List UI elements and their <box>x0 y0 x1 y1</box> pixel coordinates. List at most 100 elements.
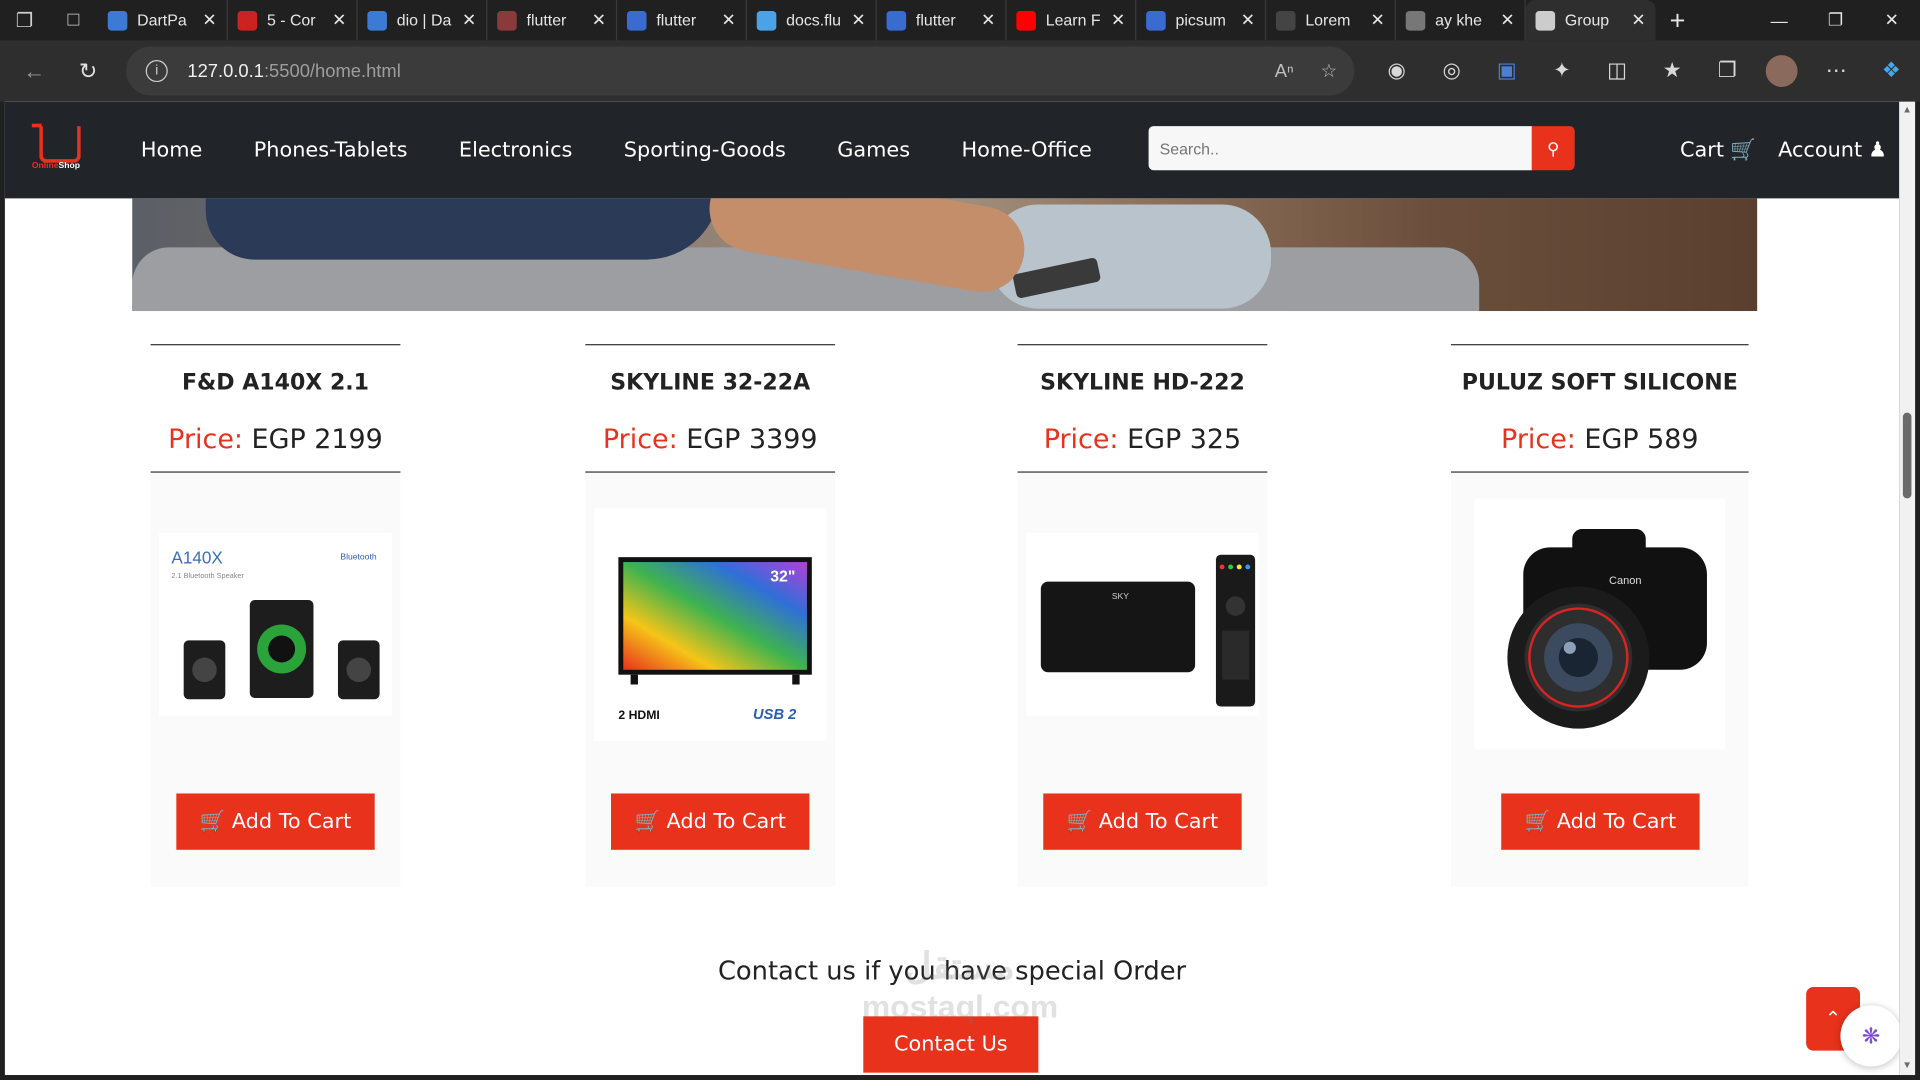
nav-sporting-goods[interactable]: Sporting-Goods <box>624 138 786 162</box>
back-icon[interactable]: ← <box>7 47 61 96</box>
extensions-icon[interactable]: ✦ <box>1534 40 1589 101</box>
product-card: SKYLINE HD-222 Price: EGP 325 SKY 🛒 Add … <box>1017 344 1268 887</box>
tab-close-icon[interactable]: ✕ <box>202 10 216 31</box>
tab-close-icon[interactable]: ✕ <box>1111 10 1125 31</box>
tab-close-icon[interactable]: ✕ <box>332 10 346 31</box>
favorite-star-icon[interactable]: ☆ <box>1321 60 1337 82</box>
tab-actions-icon[interactable]: □ <box>49 0 98 40</box>
product-image[interactable]: A140X 2.1 Bluetooth Speaker Bluetooth <box>151 498 401 749</box>
add-to-cart-button[interactable]: 🛒 Add To Cart <box>1043 793 1242 850</box>
browser-tab[interactable]: Learn F ✕ <box>1007 0 1137 41</box>
address-bar[interactable]: i 127.0.0.1:5500/home.html Aⁿ ☆ <box>126 46 1355 96</box>
tab-favicon-icon <box>237 10 258 31</box>
tab-label: docs.flu <box>786 11 842 30</box>
account-link[interactable]: Account ♟ <box>1778 138 1887 162</box>
tab-label: Lorem <box>1305 11 1351 30</box>
restore-icon[interactable]: ❐ <box>1807 0 1863 40</box>
page-viewport: OnlineShop Home Phones-Tablets Electroni… <box>4 101 1900 1076</box>
browser-tab[interactable]: DartPa ✕ <box>98 0 228 41</box>
translate-icon[interactable]: ▣ <box>1479 40 1534 101</box>
split-screen-icon[interactable]: ◫ <box>1589 40 1644 101</box>
site-info-icon[interactable]: i <box>145 60 168 83</box>
tab-close-icon[interactable]: ✕ <box>592 10 606 31</box>
search-button[interactable]: ⚲ <box>1531 126 1575 171</box>
copilot-sidebar-icon[interactable]: ❖ <box>1864 40 1919 101</box>
add-to-cart-button[interactable]: 🛒 Add To Cart <box>176 793 375 850</box>
contact-text: Contact us if you have special Order <box>717 956 1187 986</box>
product-card: PULUZ SOFT SILICONE Price: EGP 589 Canon <box>1451 344 1749 887</box>
tab-label: Group <box>1564 11 1610 30</box>
tab-close-icon[interactable]: ✕ <box>722 10 736 31</box>
browser-tab[interactable]: Group ✕ <box>1525 0 1656 41</box>
tab-close-icon[interactable]: ✕ <box>1241 10 1255 31</box>
browser-tab-strip: ❐ □ DartPa ✕ 5 - Cor ✕ dio | Da ✕ flutter ✕ flut… <box>0 0 1920 41</box>
nav-phones-tablets[interactable]: Phones-Tablets <box>254 138 408 162</box>
product-image[interactable]: Canon <box>1451 498 1749 750</box>
tab-close-icon[interactable]: ✕ <box>462 10 476 31</box>
tab-label: dio | Da <box>396 11 452 30</box>
tab-close-icon[interactable]: ✕ <box>1371 10 1385 31</box>
user-icon: ♟ <box>1868 137 1887 163</box>
hero-banner-image <box>132 198 1758 312</box>
product-title: SKYLINE HD-222 <box>1040 369 1245 396</box>
profile-avatar[interactable] <box>1765 55 1798 87</box>
favorites-icon[interactable]: ★ <box>1645 40 1700 101</box>
browser-tab[interactable]: dio | Da ✕ <box>358 0 488 41</box>
read-aloud-icon[interactable]: Aⁿ <box>1275 61 1294 82</box>
add-to-cart-button[interactable]: 🛒 Add To Cart <box>1501 793 1700 850</box>
browser-tab[interactable]: Lorem ✕ <box>1266 0 1396 41</box>
collections-icon[interactable]: ❐ <box>1700 40 1755 101</box>
browser-toolbar: ← ↻ i 127.0.0.1:5500/home.html Aⁿ ☆ ◉ ◎ … <box>0 40 1920 102</box>
browser-tab[interactable]: flutter ✕ <box>877 0 1007 41</box>
tab-close-icon[interactable]: ✕ <box>981 10 995 31</box>
browser-tab[interactable]: picsum ✕ <box>1136 0 1267 41</box>
tab-label: ay khe <box>1435 11 1483 30</box>
browser-tab[interactable]: flutter ✕ <box>617 0 747 41</box>
workspaces-icon[interactable]: ❐ <box>0 0 49 40</box>
nav-games[interactable]: Games <box>837 138 910 162</box>
nav-home[interactable]: Home <box>141 138 202 162</box>
nav-electronics[interactable]: Electronics <box>459 138 572 162</box>
image-badge: USB 2 <box>753 706 797 722</box>
new-tab-button[interactable]: + <box>1656 0 1700 40</box>
contact-us-button[interactable]: Contact Us <box>863 1016 1039 1073</box>
tab-favicon-icon <box>626 10 647 31</box>
main-nav: Home Phones-Tablets Electronics Sporting… <box>115 102 1117 199</box>
site-header: OnlineShop Home Phones-Tablets Electroni… <box>4 101 1900 199</box>
browser-tab[interactable]: ay khe ✕ <box>1396 0 1526 41</box>
tab-favicon-icon <box>1405 10 1426 31</box>
scroll-up-icon[interactable]: ▲ <box>1899 104 1915 115</box>
search-input[interactable] <box>1148 126 1532 171</box>
tab-label: Learn F <box>1045 11 1101 30</box>
add-to-cart-button[interactable]: 🛒 Add To Cart <box>611 793 810 850</box>
browser-tab[interactable]: docs.flu ✕ <box>747 0 877 41</box>
product-image[interactable]: SKY <box>1018 498 1268 749</box>
scrollbar-thumb[interactable] <box>1902 412 1912 499</box>
window-controls: — ❐ ✕ <box>1751 0 1920 40</box>
image-label: A140X <box>171 547 223 567</box>
image-label: 32" <box>770 568 795 585</box>
minimize-icon[interactable]: — <box>1751 0 1807 40</box>
page-scrollbar[interactable]: ▲ ▼ <box>1899 101 1916 1076</box>
brand-name: OnlineShop <box>31 161 80 171</box>
tab-close-icon[interactable]: ✕ <box>1500 10 1514 31</box>
site-logo[interactable]: OnlineShop <box>31 119 88 178</box>
tab-close-icon[interactable]: ✕ <box>1631 10 1645 31</box>
close-window-icon[interactable]: ✕ <box>1864 0 1920 40</box>
product-title: F&D A140X 2.1 <box>181 369 370 396</box>
nav-home-office[interactable]: Home-Office <box>962 138 1092 162</box>
product-title: PULUZ SOFT SILICONE <box>1461 369 1738 396</box>
browser-tab[interactable]: flutter ✕ <box>487 0 618 41</box>
reload-icon[interactable]: ↻ <box>61 47 115 96</box>
scroll-down-icon[interactable]: ▼ <box>1899 1059 1915 1070</box>
tab-favicon-icon <box>1535 10 1556 31</box>
browser-tab[interactable]: 5 - Cor ✕ <box>228 0 358 41</box>
extension-1-icon[interactable]: ◉ <box>1369 40 1424 101</box>
product-card: SKYLINE 32-22A Price: EGP 3399 32" 2 HDM… <box>585 344 836 887</box>
product-image[interactable]: 32" 2 HDMI USB 2 <box>585 498 835 749</box>
more-menu-icon[interactable]: ⋯ <box>1809 40 1864 101</box>
extension-2-icon[interactable]: ◎ <box>1424 40 1479 101</box>
tab-close-icon[interactable]: ✕ <box>851 10 865 31</box>
cart-link[interactable]: Cart 🛒 <box>1680 138 1756 162</box>
copilot-floating-button[interactable]: ❋ <box>1840 1005 1900 1067</box>
